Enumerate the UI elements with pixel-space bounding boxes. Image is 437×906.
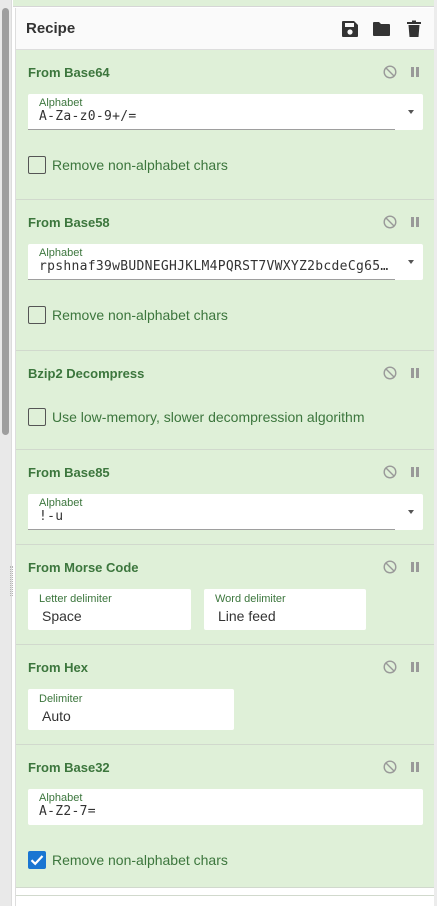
operation-bzip2-decompress[interactable]: Bzip2 Decompress Use low-memory, slower …: [16, 351, 435, 450]
delimiter-field[interactable]: Delimiter Auto: [28, 689, 234, 730]
operation-from-hex[interactable]: From Hex Delimiter Auto: [16, 645, 435, 745]
alphabet-label: Alphabet: [39, 497, 83, 509]
disable-icon[interactable]: [382, 559, 398, 575]
operation-title: From Base64: [28, 64, 110, 80]
alphabet-value: rpshnaf39wBUDNEGHJKLM4PQRST7VWXYZ2bcdeCg…: [39, 259, 395, 274]
disable-icon[interactable]: [382, 759, 398, 775]
operation-title: Bzip2 Decompress: [28, 365, 145, 381]
pause-icon[interactable]: [407, 559, 423, 575]
operation-from-base32[interactable]: From Base32 Alphabet A-Z2-7= Remove non-…: [16, 745, 435, 888]
disable-icon[interactable]: [382, 64, 398, 80]
disable-icon[interactable]: [382, 365, 398, 381]
pause-icon[interactable]: [407, 464, 423, 480]
disable-icon[interactable]: [382, 659, 398, 675]
remove-non-alphabet-toggle[interactable]: Remove non-alphabet chars: [28, 835, 423, 885]
alphabet-label: Alphabet: [39, 97, 83, 109]
operation-from-base64[interactable]: From Base64 Alphabet A-Za-z0-9+/= Remove…: [16, 50, 435, 200]
operation-title: From Hex: [28, 659, 88, 675]
pause-icon[interactable]: [407, 64, 423, 80]
alphabet-select[interactable]: Alphabet rpshnaf39wBUDNEGHJKLM4PQRST7VWX…: [28, 244, 423, 280]
operation-from-base85[interactable]: From Base85 Alphabet !-u: [16, 450, 435, 545]
checkbox-label: Remove non-alphabet chars: [52, 157, 228, 173]
recipe-panel: Recipe From Base64 Alphabet A-Za-z0-9+/=…: [15, 8, 436, 906]
folder-open-icon[interactable]: [371, 18, 393, 40]
pause-icon[interactable]: [407, 214, 423, 230]
word-delimiter-value: Line feed: [218, 608, 276, 624]
checkbox[interactable]: [28, 408, 46, 426]
chevron-down-icon[interactable]: [408, 110, 414, 114]
checkbox[interactable]: [28, 156, 46, 174]
letter-delimiter-label: Letter delimiter: [39, 593, 112, 605]
word-delimiter-label: Word delimiter: [215, 593, 286, 605]
top-strip: [13, 0, 437, 7]
recipe-bottom: [16, 895, 436, 906]
disable-icon[interactable]: [382, 214, 398, 230]
input-pane-scrollbar[interactable]: [0, 0, 12, 906]
checkbox[interactable]: [28, 306, 46, 324]
alphabet-value: A-Z2-7=: [39, 804, 96, 819]
delimiter-value: Auto: [42, 708, 71, 724]
alphabet-label: Alphabet: [39, 792, 83, 804]
operation-from-morse-code[interactable]: From Morse Code Letter delimiter Space W…: [16, 545, 435, 645]
letter-delimiter-field[interactable]: Letter delimiter Space: [28, 589, 191, 630]
operation-title: From Base58: [28, 214, 110, 230]
app-frame: Recipe From Base64 Alphabet A-Za-z0-9+/=…: [0, 0, 437, 906]
field-underline: [28, 279, 395, 280]
trash-icon[interactable]: [403, 18, 425, 40]
field-underline: [28, 129, 395, 130]
alphabet-select[interactable]: Alphabet A-Za-z0-9+/=: [28, 94, 423, 130]
remove-non-alphabet-toggle[interactable]: Remove non-alphabet chars: [28, 140, 423, 190]
checkmark-icon: [30, 855, 44, 866]
alphabet-value: A-Za-z0-9+/=: [39, 109, 137, 124]
operation-from-base58[interactable]: From Base58 Alphabet rpshnaf39wBUDNEGHJK…: [16, 200, 435, 351]
alphabet-value: !-u: [39, 509, 64, 524]
recipe-title: Recipe: [26, 20, 76, 37]
letter-delimiter-value: Space: [42, 608, 82, 624]
recipe-header: Recipe: [16, 8, 435, 50]
scrollbar-thumb[interactable]: [2, 8, 9, 435]
checkbox-label: Remove non-alphabet chars: [52, 307, 228, 323]
checkbox-checked[interactable]: [28, 851, 46, 869]
alphabet-select[interactable]: Alphabet !-u: [28, 494, 423, 530]
pause-icon[interactable]: [407, 659, 423, 675]
alphabet-field[interactable]: Alphabet A-Z2-7=: [28, 789, 423, 825]
field-underline: [28, 529, 395, 530]
operation-title: From Morse Code: [28, 559, 139, 575]
disable-icon[interactable]: [382, 464, 398, 480]
pause-icon[interactable]: [407, 759, 423, 775]
chevron-down-icon[interactable]: [408, 510, 414, 514]
low-memory-toggle[interactable]: Use low-memory, slower decompression alg…: [28, 395, 423, 439]
word-delimiter-field[interactable]: Word delimiter Line feed: [204, 589, 366, 630]
left-resize-handle[interactable]: [10, 566, 13, 596]
save-icon[interactable]: [339, 18, 361, 40]
pause-icon[interactable]: [407, 365, 423, 381]
alphabet-label: Alphabet: [39, 247, 83, 259]
chevron-down-icon[interactable]: [408, 260, 414, 264]
operation-title: From Base32: [28, 759, 110, 775]
checkbox-label: Use low-memory, slower decompression alg…: [52, 409, 365, 425]
checkbox-label: Remove non-alphabet chars: [52, 852, 228, 868]
delimiter-label: Delimiter: [39, 693, 83, 705]
remove-non-alphabet-toggle[interactable]: Remove non-alphabet chars: [28, 290, 423, 340]
operation-title: From Base85: [28, 464, 110, 480]
